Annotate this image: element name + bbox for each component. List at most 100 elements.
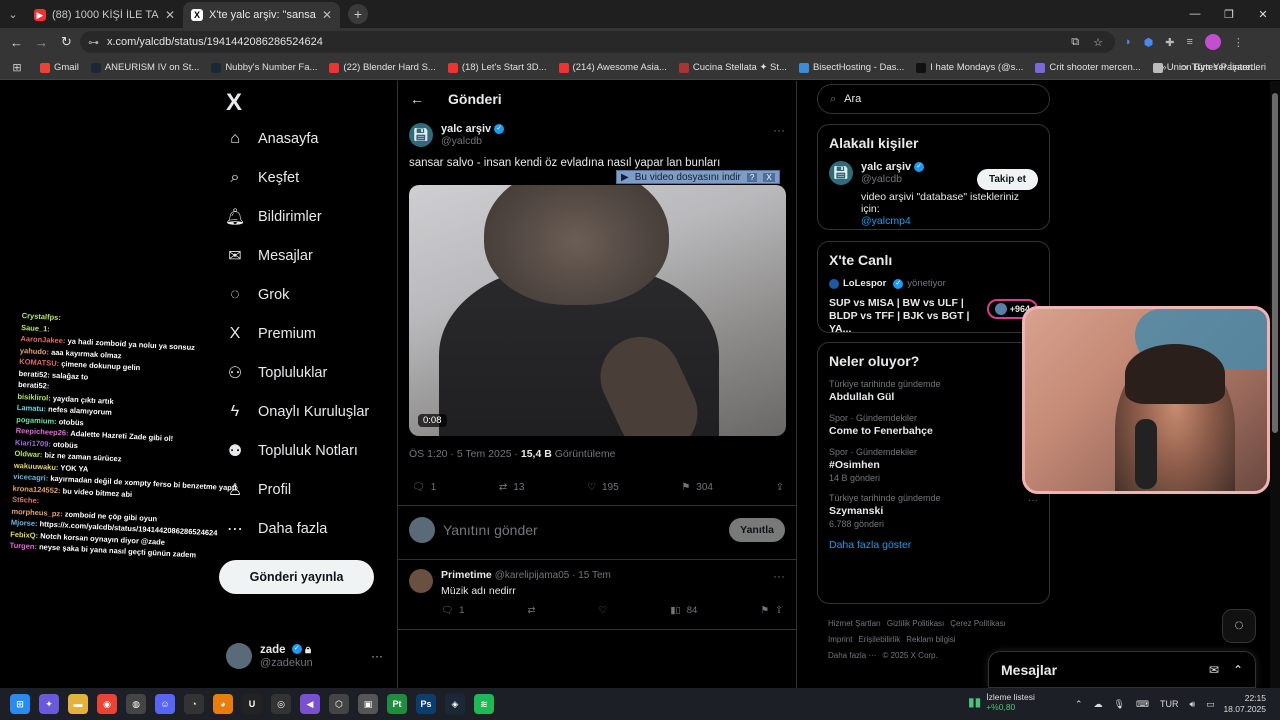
bookmark-action[interactable]: ⚑ ⇪ (760, 605, 783, 616)
footer-link[interactable]: Gizlilik Politikası (887, 619, 944, 628)
chrome-icon[interactable]: ◉ (97, 694, 117, 714)
close-window-icon[interactable]: ✕ (1246, 0, 1280, 28)
maximize-icon[interactable]: ❐ (1212, 0, 1246, 28)
repost-action[interactable]: ⇄ (528, 605, 536, 616)
hex-app-icon[interactable]: ⬡ (329, 694, 349, 714)
scrollbar-thumb[interactable] (1272, 93, 1278, 433)
trend-item[interactable]: Spor · Gündemdekiler Come to Fenerbahçe (829, 413, 1038, 437)
apps-grid-icon[interactable]: ⊞ (0, 61, 34, 74)
browser-tab[interactable]: X X'te yalc arşiv: "sansar salvo - in ✕ (183, 2, 340, 28)
bookmark-item[interactable]: Crit shooter mercen... (1029, 62, 1146, 73)
spotify-icon[interactable]: ≋ (474, 694, 494, 714)
puzzle-icon[interactable]: ✚ (1165, 36, 1174, 49)
new-message-icon[interactable]: ✉ (1209, 663, 1219, 677)
footer-link[interactable]: Imprint (828, 635, 852, 644)
nav-item-community-notes[interactable]: ⚉ Topluluk Notları (226, 431, 369, 470)
pycharm-icon[interactable]: Pt (387, 694, 407, 714)
live-event-title[interactable]: SUP vs MISA | BW vs ULF | BLDP vs TFF | … (829, 297, 989, 336)
app-icon[interactable]: ◔ (184, 694, 204, 714)
reply-post[interactable]: Primetime @karelipijama05 · 15 Tem Müzik… (409, 569, 785, 616)
expand-icon[interactable]: ⌃ (1233, 663, 1243, 677)
like-action[interactable]: ♡ (599, 605, 608, 616)
post-more-icon[interactable]: ··· (773, 123, 785, 137)
profile-avatar[interactable] (1204, 34, 1221, 50)
more-bookmarks-icon[interactable]: » (1161, 62, 1166, 73)
page-scrollbar[interactable] (1270, 81, 1280, 688)
trend-more-icon[interactable]: ··· (1028, 495, 1038, 506)
messages-drawer[interactable]: Mesajlar ✉ ⌃ (988, 651, 1256, 688)
all-bookmarks-folder[interactable]: ▭ Tüm Yer İşaretleri (1173, 62, 1272, 73)
nav-item-grok[interactable]: ◌ Grok (226, 275, 369, 314)
address-bar[interactable]: ⊶ x.com/yalcdb/status/194144208628652462… (80, 31, 1115, 53)
new-tab-button[interactable]: + (348, 4, 368, 24)
post-button[interactable]: Gönderi yayınla (219, 560, 374, 594)
cloud-icon[interactable]: ☁ (1094, 699, 1103, 710)
search-input[interactable]: ⌕ Ara (817, 84, 1050, 114)
vpn-extension-icon[interactable]: ⬢ (1144, 36, 1154, 49)
back-icon[interactable]: ← (4, 35, 29, 50)
account-switcher[interactable]: zade ✓ 🔒︎ @zadekun ··· (226, 643, 386, 669)
bookmark-item[interactable]: Cucina Stellata ✦ St... (673, 62, 793, 73)
x-logo[interactable]: X (226, 89, 242, 117)
account-more-icon[interactable]: ··· (371, 649, 383, 663)
footer-link[interactable]: Daha fazla ··· (828, 651, 876, 660)
blender-icon[interactable]: ◕ (213, 694, 233, 714)
github-icon[interactable]: ◎ (271, 694, 291, 714)
relevant-user-avatar[interactable]: 💾︎ (829, 161, 853, 185)
photoshop-icon[interactable]: Ps (416, 694, 436, 714)
reading-list-icon[interactable]: ≡ (1186, 36, 1192, 48)
nav-item-verified-orgs[interactable]: ϟ Onaylı Kuruluşlar (226, 392, 369, 431)
like-action[interactable]: ♡ 195 (587, 482, 619, 493)
file-explorer-icon[interactable]: ▬ (68, 694, 88, 714)
bookmark-item[interactable]: (214) Awesome Asia... (553, 62, 673, 73)
reply-action[interactable]: 🗨︎ 1 (412, 482, 436, 493)
share-icon[interactable]: ⇪ (775, 605, 783, 616)
clock[interactable]: 22:15 18.07.2025 (1223, 693, 1266, 715)
bookmark-item[interactable]: (22) Blender Hard S... (323, 62, 441, 73)
reply-author-avatar[interactable] (409, 569, 433, 593)
back-arrow-icon[interactable]: ← (410, 91, 424, 107)
follow-button[interactable]: Takip et (976, 169, 1038, 190)
unreal-icon[interactable]: U (242, 694, 262, 714)
visual-studio-icon[interactable]: ◀ (300, 694, 320, 714)
nav-item-premium[interactable]: X Premium (226, 314, 369, 353)
post-time[interactable]: ÖS 1:20 · 5 Tem 2025 · (409, 448, 521, 460)
bookmark-item[interactable]: I hate Mondays (@s... (910, 62, 1029, 73)
views-action[interactable]: ▮▯ 84 (670, 605, 697, 616)
reply-author-name[interactable]: Primetime (441, 569, 492, 581)
tab-close-icon[interactable]: ✕ (322, 8, 332, 22)
obs-icon[interactable]: ◍ (126, 694, 146, 714)
footer-link[interactable]: Erişilebilirlik (858, 635, 900, 644)
help-icon[interactable]: ? (746, 172, 758, 182)
author-name[interactable]: yalc arşiv (441, 123, 491, 135)
video-download-bar[interactable]: ▶ Bu video dosyasını indir ? X (616, 170, 780, 184)
nav-item-profile[interactable]: ♙ Profil (226, 470, 369, 509)
bio-link[interactable]: @yalcmp4 (861, 215, 911, 227)
twitch-icon[interactable]: ▣ (358, 694, 378, 714)
tab-close-icon[interactable]: ✕ (165, 8, 175, 22)
footer-link[interactable]: Reklam bilgisi (906, 635, 955, 644)
relevant-user-handle[interactable]: @yalcdb (861, 173, 924, 185)
nav-item-explore[interactable]: ⌕ Keşfet (226, 158, 369, 197)
battery-icon[interactable]: ▭ (1206, 699, 1215, 710)
repost-action[interactable]: ⇄ 13 (499, 482, 525, 493)
forward-icon[interactable]: → (29, 35, 54, 50)
steam-icon[interactable]: ◈ (445, 694, 465, 714)
bookmark-item[interactable]: Gmail (34, 62, 85, 73)
browser-menu-icon[interactable]: ⋮ (1233, 36, 1244, 49)
trend-item[interactable]: Türkiye tarihinde gündemde Abdullah Gül (829, 379, 1038, 403)
bookmark-item[interactable]: Nubby's Number Fa... (205, 62, 323, 73)
minimize-icon[interactable]: — (1178, 0, 1212, 28)
share-action[interactable]: ⇪ (776, 482, 784, 493)
trend-item[interactable]: Türkiye tarihinde gündemde Szymanski 6.788… (829, 493, 1038, 529)
close-download-icon[interactable]: X (763, 172, 775, 182)
nav-item-home[interactable]: ⌂ Anasayfa (226, 119, 369, 158)
bookmark-item[interactable]: BisectHosting - Das... (793, 62, 910, 73)
mic-icon[interactable]: 🎙︎ (1114, 699, 1125, 710)
relevant-user-name[interactable]: yalc arşiv (861, 161, 911, 173)
nav-item-more[interactable]: ⋯ Daha fazla (226, 509, 369, 548)
watchlist-widget[interactable]: ▮▮ İzleme listesi +%0,80 (968, 692, 1035, 712)
windows-start-icon[interactable]: ⊞ (10, 694, 30, 714)
bookmark-item[interactable]: (18) Let's Start 3D... (442, 62, 553, 73)
browser-tab[interactable]: ▶ (88) 1000 KİŞİ İLE TARİHİN EN ✕ (26, 2, 183, 28)
